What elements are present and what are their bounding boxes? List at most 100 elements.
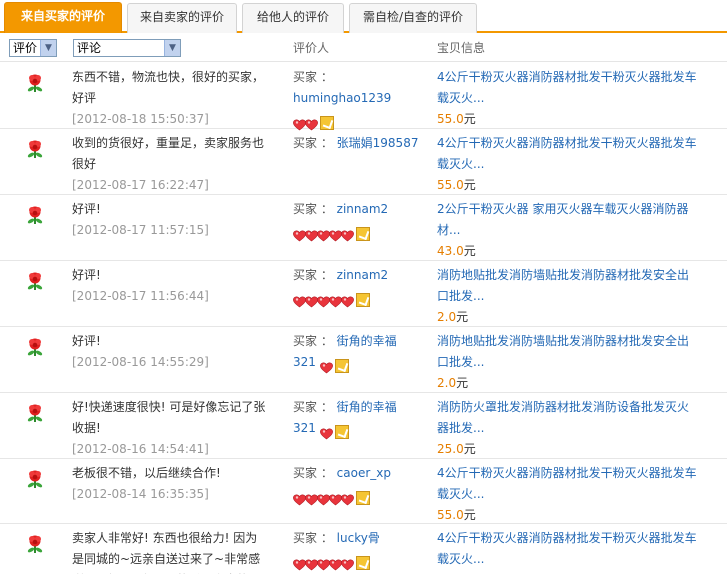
vip-badge-icon — [356, 556, 370, 570]
vip-badge-icon — [356, 293, 370, 307]
item-title-link[interactable]: 口批发... — [437, 286, 705, 307]
comment-filter-value: 评论 — [77, 41, 102, 55]
rater-nickname-link[interactable]: 张瑞娟198587 — [337, 136, 419, 150]
item-title-link[interactable]: 载灭火... — [437, 88, 705, 109]
comment-date: [2012-08-16 14:54:41] — [72, 442, 209, 456]
item-title-link[interactable]: 器批发... — [437, 418, 705, 439]
rater-nickname-link[interactable]: caoer_xp — [337, 466, 391, 480]
item-price: 55.0元 — [437, 175, 705, 196]
column-header-rater: 评价人 — [293, 41, 330, 55]
table-row: 收到的货很好，重量足，卖家服务也 很好 [2012-08-17 16:22:47] 买… — [0, 129, 727, 195]
comment-cell: 东西不错，物流也快，很好的买家， 好评 [2012-08-18 15:50:37] — [72, 67, 280, 130]
rating-filter-select[interactable]: 评价 ▼ — [9, 39, 57, 57]
rater-nickname-link[interactable]: 街角的幸福 — [337, 334, 397, 348]
rater-cell: 买家 ： zinnam2 — [293, 199, 425, 242]
rater-cell: 买家 ： zinnam2 — [293, 265, 425, 308]
tab-from-sellers[interactable]: 来自卖家的评价 — [127, 3, 237, 33]
comment-text-line: 收据! — [72, 421, 101, 435]
rater-nickname-link[interactable]: lucky骨 — [337, 531, 380, 545]
vip-badge-icon — [334, 359, 349, 373]
item-title-link[interactable]: 4公斤干粉灭火器消防器材批发干粉灭火器批发车 — [437, 67, 705, 88]
tab-given-to-others[interactable]: 给他人的评价 — [242, 3, 344, 33]
heart-icon — [319, 360, 333, 374]
comment-text-line: 很好 — [72, 157, 97, 171]
tab-from-buyers[interactable]: 来自买家的评价 — [4, 2, 122, 33]
comment-text-line: 好评! — [72, 268, 101, 282]
rater-role: 买家 ： — [293, 466, 333, 480]
item-price: 55.0元 — [437, 109, 705, 130]
comment-cell: 好!快递速度很快! 可是好像忘记了张 收据! [2012-08-16 14:54:4… — [72, 397, 280, 460]
price-unit: 元 — [463, 442, 476, 456]
rater-role: 买家 ： — [293, 400, 333, 414]
item-title-link[interactable]: 4公斤干粉灭火器消防器材批发干粉灭火器批发车 — [437, 463, 705, 484]
item-cell: 消防地贴批发消防墙贴批发消防器材批发安全出 口批发... 2.0元 — [437, 265, 705, 328]
item-price: 25.0元 — [437, 439, 705, 460]
tab-self-check[interactable]: 需自检/自查的评价 — [349, 3, 477, 33]
item-price: 2.0元 — [437, 307, 705, 328]
price-value: 43.0 — [437, 244, 464, 258]
rater-role: 买家 ： — [293, 202, 333, 216]
comment-filter-select[interactable]: 评论 ▼ — [73, 39, 181, 57]
table-row: 老板很不错，以后继续合作! [2012-08-14 16:35:35] 买家 ： c… — [0, 459, 727, 524]
rater-nickname-link[interactable]: zinnam2 — [337, 268, 389, 282]
item-title-link[interactable]: 口批发... — [437, 352, 705, 373]
table-row: 好评! [2012-08-17 11:56:44] 买家 ： zinnam2 消防地贴… — [0, 261, 727, 327]
vip-badge-icon — [356, 491, 370, 505]
item-title-link[interactable]: 消防地贴批发消防墙贴批发消防器材批发安全出 — [437, 265, 705, 286]
heart-icon — [305, 117, 318, 131]
item-title-link[interactable]: 载灭火... — [437, 484, 705, 505]
table-row: 卖家人非常好! 东西也很给力! 因为是同城的~远亲自送过来了~非常感谢! 下次要… — [0, 524, 727, 574]
red-flower-icon — [25, 534, 45, 554]
item-title-link[interactable]: 消防防火罩批发消防器材批发消防设备批发灭火 — [437, 397, 705, 418]
item-title-link[interactable]: 4公斤干粉灭火器消防器材批发干粉灭火器批发车 — [437, 528, 705, 549]
credit-rating — [293, 113, 334, 131]
price-value: 55.0 — [437, 178, 464, 192]
red-flower-icon — [25, 337, 45, 357]
rater-role: 买家 ： — [293, 136, 333, 150]
rater-cell: 买家 ： 街角的幸福 321 — [293, 397, 425, 440]
item-title-link[interactable]: 材... — [437, 220, 705, 241]
comment-text-line: 东西不错，物流也快，很好的买家， — [72, 70, 265, 84]
price-unit: 元 — [456, 376, 469, 390]
credit-rating — [293, 224, 370, 242]
red-flower-icon — [25, 205, 45, 225]
item-price: 2.0元 — [437, 373, 705, 394]
price-value: 2.0 — [437, 376, 457, 390]
rater-cell: 买家 ： lucky骨 — [293, 528, 425, 571]
item-cell: 2公斤干粉灭火器 家用灭火器车载灭火器消防器 材... 43.0元 — [437, 199, 705, 262]
credit-rating — [293, 488, 370, 506]
rater-nickname-link[interactable]: zinnam2 — [337, 202, 389, 216]
comment-cell: 好评! [2012-08-17 11:56:44] — [72, 265, 280, 307]
table-row: 东西不错，物流也快，很好的买家， 好评 [2012-08-18 15:50:37] 买… — [0, 63, 727, 131]
table-header: 评价 ▼ 评论 ▼ 评价人 宝贝信息 — [0, 33, 727, 62]
item-title-link[interactable]: 4公斤干粉灭火器消防器材批发干粉灭火器批发车 — [437, 133, 705, 154]
comment-text-line: 谢! 下次要是有需要的话还会来的! — [72, 570, 280, 574]
price-unit: 元 — [456, 310, 469, 324]
rater-cell: 买家 ： huminghao1239 — [293, 67, 425, 131]
price-unit: 元 — [463, 178, 476, 192]
item-title-link[interactable]: 2公斤干粉灭火器 家用灭火器车载灭火器消防器 — [437, 199, 705, 220]
item-title-link[interactable]: 载灭火... — [437, 549, 705, 570]
rater-nickname-link[interactable]: 街角的幸福 — [337, 400, 397, 414]
item-title-link[interactable]: 消防地贴批发消防墙贴批发消防器材批发安全出 — [437, 331, 705, 352]
column-header-item: 宝贝信息 — [437, 41, 486, 55]
heart-icon — [319, 426, 333, 440]
credit-rating — [293, 290, 370, 308]
item-title-link[interactable]: 载灭火... — [437, 154, 705, 175]
comment-date: [2012-08-16 14:55:29] — [72, 355, 209, 369]
comment-cell: 收到的货很好，重量足，卖家服务也 很好 [2012-08-17 16:22:47] — [72, 133, 280, 196]
comment-cell: 好评! [2012-08-16 14:55:29] — [72, 331, 280, 373]
price-unit: 元 — [463, 244, 476, 258]
comment-text-line: 好评! — [72, 334, 101, 348]
item-price: 43.0元 — [437, 241, 705, 262]
item-cell: 4公斤干粉灭火器消防器材批发干粉灭火器批发车载灭火...55.0元 — [437, 133, 705, 196]
heart-icon — [341, 557, 354, 571]
vip-badge-icon — [356, 227, 370, 241]
rater-nickname-link-cont[interactable]: 321 — [293, 421, 316, 435]
comment-text-line: 收到的货很好，重量足，卖家服务也 — [72, 136, 265, 150]
rater-nickname-link-cont[interactable]: 321 — [293, 355, 316, 369]
rater-nickname-link[interactable]: huminghao1239 — [293, 91, 391, 105]
chevron-down-icon: ▼ — [164, 40, 180, 56]
rater-cell: 买家 ： caoer_xp — [293, 463, 425, 506]
rater-role: 买家 ： — [293, 70, 333, 84]
